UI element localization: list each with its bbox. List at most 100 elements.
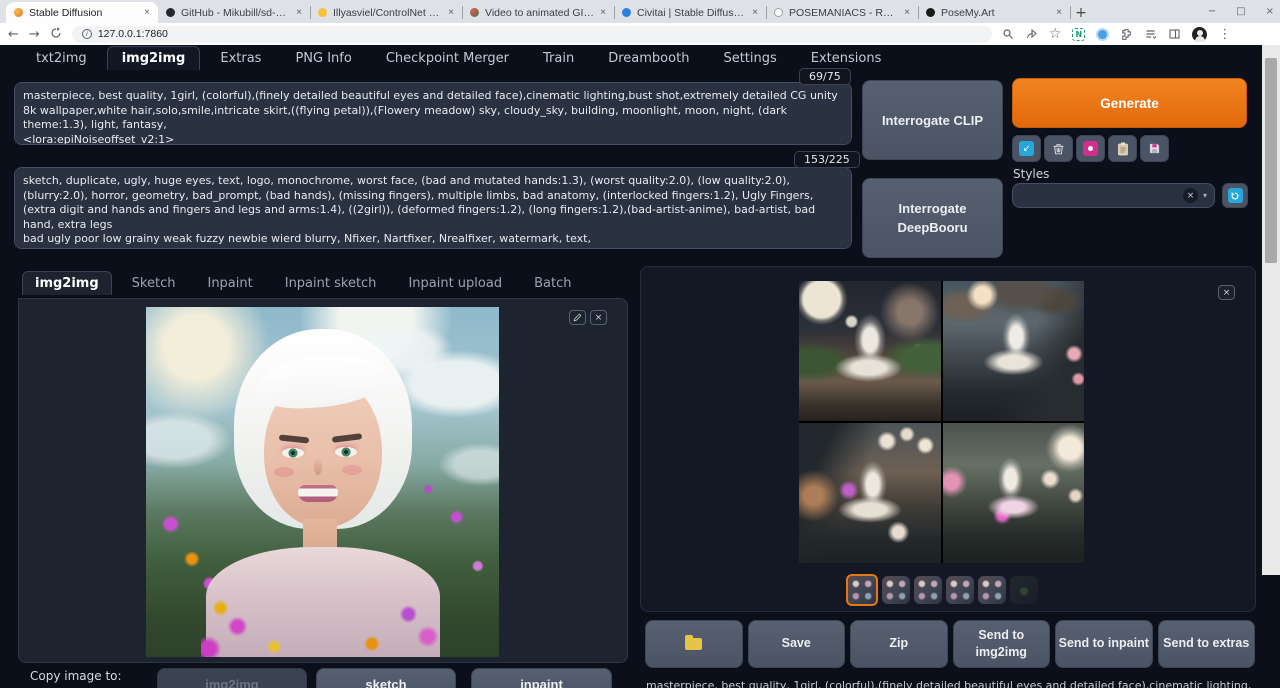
browser-tab-posemyart[interactable]: PoseMy.Art × [918,2,1070,23]
tab-close-icon[interactable]: × [1056,7,1062,18]
gallery-close-icon[interactable]: × [1218,285,1235,300]
output-gallery-panel: × [640,266,1256,612]
favicon-posemaniacs [774,8,783,17]
send-to-inpaint-button[interactable]: Send to inpaint [1055,620,1153,668]
forward-icon[interactable]: → [29,28,40,41]
styles-dropdown[interactable]: × ▾ [1012,183,1215,208]
extension-n-icon[interactable]: N [1072,28,1085,41]
scrollbar-thumb[interactable] [1265,58,1277,263]
menu-dots-icon[interactable]: ⋮ [1218,28,1231,41]
tab-close-icon[interactable]: × [448,7,454,18]
interrogate-deepbooru-button[interactable]: Interrogate DeepBooru [862,178,1003,258]
browser-tab-posemaniacs[interactable]: POSEMANIACS - Royalty free 3... × [766,2,918,23]
copy-to-sketch-button[interactable]: sketch [316,668,456,688]
mode-tab-inpaint-upload[interactable]: Inpaint upload [396,272,514,295]
mode-tab-sketch[interactable]: Sketch [120,272,188,295]
mode-tab-inpaint[interactable]: Inpaint [195,272,264,295]
interrogate-clip-button[interactable]: Interrogate CLIP [862,80,1003,160]
gallery-thumbnail[interactable] [914,576,942,604]
browser-tab-title: Stable Diffusion [29,7,138,19]
generate-button[interactable]: Generate [1012,78,1247,128]
browser-tab-civitai[interactable]: Civitai | Stable Diffusion model... × [614,2,766,23]
gallery-grid-image-3 [799,423,941,563]
browser-tab-title: PoseMy.Art [941,7,1050,19]
copy-to-img2img-button[interactable]: img2img [157,668,307,688]
browser-tab-controlnet[interactable]: Illyasviel/ControlNet at main × [310,2,462,23]
gallery-thumbnail[interactable] [946,576,974,604]
open-folder-button[interactable] [645,620,743,668]
tab-settings[interactable]: Settings [709,47,790,70]
gallery-thumbnails [846,574,1038,606]
gallery-thumbnail[interactable] [978,576,1006,604]
tab-img2img[interactable]: img2img [107,46,201,70]
tab-txt2img[interactable]: txt2img [22,47,101,70]
reading-list-icon[interactable] [1144,28,1157,40]
mode-tab-img2img[interactable]: img2img [22,271,112,295]
side-panel-icon[interactable] [1168,28,1181,40]
save-button[interactable]: Save [748,620,846,668]
tab-separator [1070,6,1071,19]
remove-image-icon[interactable]: × [590,310,607,325]
tab-dreambooth[interactable]: Dreambooth [594,47,703,70]
favicon-stable-diffusion [14,8,23,17]
styles-clear-icon[interactable]: × [1183,188,1198,203]
gallery-thumbnail-selected[interactable] [846,574,878,606]
extension-blue-icon[interactable] [1096,28,1109,41]
tab-train[interactable]: Train [529,47,588,70]
tab-checkpoint-merger[interactable]: Checkpoint Merger [372,47,523,70]
send-to-extras-button[interactable]: Send to extras [1158,620,1256,668]
back-icon[interactable]: ← [8,28,19,41]
gallery-thumbnail[interactable] [882,576,910,604]
tab-close-icon[interactable]: × [144,7,150,18]
tab-extras[interactable]: Extras [206,47,275,70]
extensions-puzzle-icon[interactable] [1120,28,1133,41]
tab-close-icon[interactable]: × [752,7,758,18]
tab-close-icon[interactable]: × [296,7,302,18]
gallery-thumbnail[interactable] [1010,576,1038,604]
window-close-icon[interactable]: × [1266,6,1274,17]
prompt-input[interactable]: masterpiece, best quality, 1girl, (color… [14,82,852,145]
copy-to-inpaint-button[interactable]: inpaint [471,668,612,688]
paste-arrow-icon: ↙ [1019,141,1034,156]
gallery-grid-image-1 [799,281,941,421]
refresh-styles-button[interactable] [1222,183,1248,208]
browser-tab-title: GitHub - Mikubill/sd-webui-co... [181,7,290,19]
browser-tab-github[interactable]: GitHub - Mikubill/sd-webui-co... × [158,2,310,23]
mode-tab-batch[interactable]: Batch [522,272,583,295]
tab-close-icon[interactable]: × [600,7,606,18]
negative-prompt-input[interactable]: sketch, duplicate, ugly, huge eyes, text… [14,167,852,249]
bookmark-star-icon[interactable]: ☆ [1049,27,1062,41]
save-style-button[interactable] [1140,135,1169,162]
page-scrollbar[interactable] [1262,45,1280,575]
source-image-preview[interactable] [146,307,499,657]
reload-icon[interactable] [50,27,62,42]
source-image-panel: × [18,298,628,663]
prompt-token-counter: 69/75 [799,68,851,85]
page-info-icon[interactable]: i [82,29,92,39]
tab-png-info[interactable]: PNG Info [281,47,365,70]
zoom-search-icon[interactable] [1002,28,1014,40]
maximize-icon[interactable]: □ [1236,6,1245,17]
portrait-nose [314,457,322,475]
share-icon[interactable] [1025,28,1038,40]
gallery-selected-image[interactable] [799,281,1084,563]
clear-prompt-button[interactable] [1044,135,1073,162]
url-bar[interactable]: i 127.0.0.1:7860 [72,26,992,43]
apply-style-button[interactable] [1108,135,1137,162]
paste-params-button[interactable]: ↙ [1012,135,1041,162]
browser-tab-stable-diffusion[interactable]: Stable Diffusion × [6,2,158,23]
tab-close-icon[interactable]: × [904,7,910,18]
extra-networks-button[interactable] [1076,135,1105,162]
browser-tab-title: Illyasviel/ControlNet at main [333,7,442,19]
profile-avatar[interactable] [1192,27,1207,42]
portrait-eye [335,447,357,457]
app-nav-tabs: txt2img img2img Extras PNG Info Checkpoi… [0,45,1262,71]
edit-pencil-icon[interactable] [569,310,586,325]
tab-extensions[interactable]: Extensions [797,47,896,70]
zip-button[interactable]: Zip [850,620,948,668]
mode-tab-inpaint-sketch[interactable]: Inpaint sketch [273,272,389,295]
send-to-img2img-button[interactable]: Send to img2img [953,620,1051,668]
new-tab-button[interactable]: + [1070,2,1092,23]
minimize-icon[interactable]: − [1208,6,1216,17]
browser-tab-gif-converter[interactable]: Video to animated GIF converter × [462,2,614,23]
